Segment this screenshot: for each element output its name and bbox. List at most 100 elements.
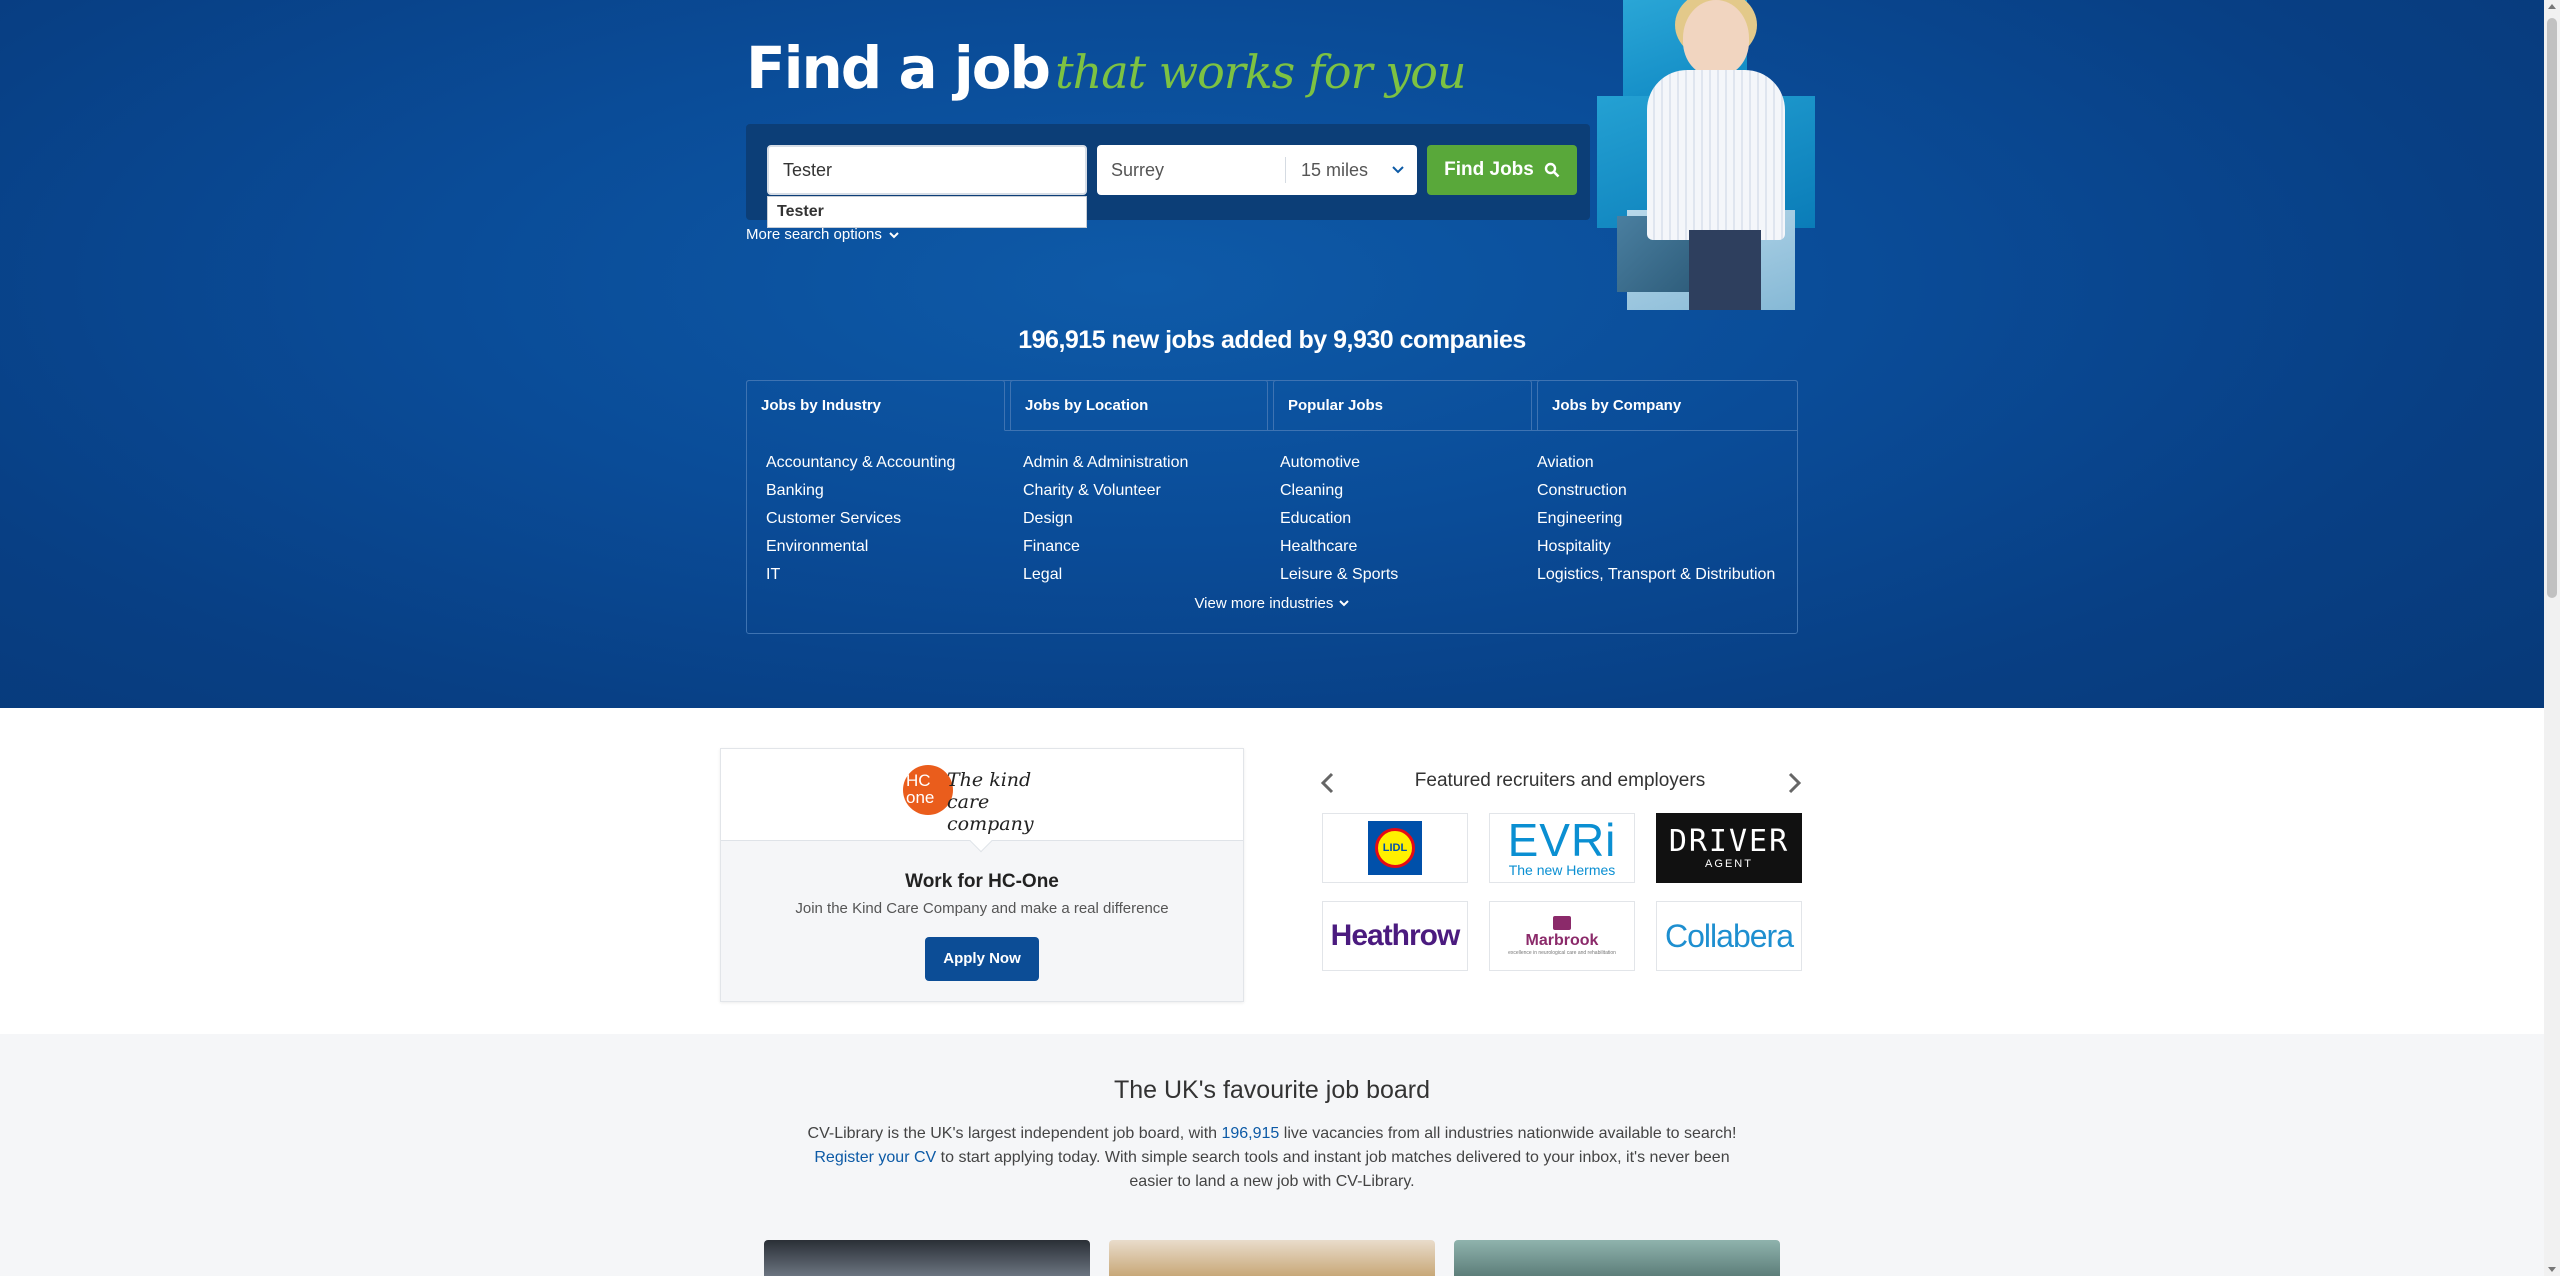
- category-link[interactable]: Finance: [1023, 533, 1188, 561]
- keyword-input[interactable]: [767, 145, 1087, 195]
- about-section: The UK's favourite job board CV-Library …: [0, 1034, 2544, 1276]
- chevron-down-icon: [1338, 600, 1349, 607]
- hc-one-logo-line: The kind: [947, 769, 1032, 791]
- category-link[interactable]: Automotive: [1280, 449, 1398, 477]
- category-link[interactable]: Design: [1023, 505, 1188, 533]
- article-thumbnail[interactable]: [1109, 1240, 1435, 1276]
- promo-logo-area: HC one The kind care company: [721, 749, 1243, 841]
- search-icon: [1544, 162, 1560, 178]
- more-search-options-link[interactable]: More search options: [746, 226, 900, 243]
- hero-title: Find a job that works for you: [746, 34, 1467, 102]
- lidl-logo-tile[interactable]: LIDL: [1322, 813, 1468, 883]
- location-input[interactable]: Surrey: [1111, 145, 1164, 195]
- register-cv-link[interactable]: Register your CV: [814, 1149, 936, 1166]
- tab-underline: [1005, 430, 1798, 431]
- lidl-logo: LIDL: [1368, 821, 1422, 875]
- view-more-industries-link[interactable]: View more industries: [747, 595, 1797, 612]
- category-link[interactable]: Charity & Volunteer: [1023, 477, 1188, 505]
- evri-logo: EVRi: [1507, 814, 1617, 866]
- promo-card: HC one The kind care company Work for HC…: [720, 748, 1244, 1002]
- photo-person-legs: [1689, 230, 1761, 310]
- scroll-down-arrow-icon[interactable]: [2548, 1267, 2556, 1272]
- hc-one-logo[interactable]: HC one The kind care company: [903, 765, 1063, 835]
- keyword-suggestion[interactable]: Tester: [767, 196, 1087, 228]
- about-text-part: CV-Library is the UK's largest independe…: [807, 1125, 1222, 1142]
- article-thumbnail[interactable]: [764, 1240, 1090, 1276]
- photo-person-face: [1683, 0, 1749, 76]
- evri-logo-tile[interactable]: EVRi The new Hermes: [1489, 813, 1635, 883]
- hc-one-logo-text: The kind care company: [947, 769, 1063, 835]
- marbrook-logo: Marbrook: [1525, 932, 1599, 949]
- job-categories-panel: Jobs by Industry Jobs by Location Popula…: [746, 380, 1798, 634]
- collabera-logo: Collabera: [1665, 917, 1794, 954]
- tab-jobs-by-company[interactable]: Jobs by Company: [1537, 380, 1798, 431]
- marbrook-logo-tile[interactable]: Marbrook excellence in neurological care…: [1489, 901, 1635, 971]
- lidl-logo-text: LIDL: [1375, 828, 1415, 868]
- article-thumbnail[interactable]: [1454, 1240, 1780, 1276]
- category-link[interactable]: Aviation: [1537, 449, 1775, 477]
- category-column: Accountancy & Accounting Banking Custome…: [766, 449, 955, 589]
- collabera-logo-tile[interactable]: Collabera: [1656, 901, 1802, 971]
- category-link[interactable]: Legal: [1023, 561, 1188, 589]
- scroll-up-arrow-icon[interactable]: [2548, 4, 2556, 9]
- category-column: Admin & Administration Charity & Volunte…: [1023, 449, 1188, 589]
- hc-one-logo-mark: HC one: [903, 765, 953, 815]
- category-column: Automotive Cleaning Education Healthcare…: [1280, 449, 1398, 589]
- apply-now-button[interactable]: Apply Now: [925, 937, 1039, 981]
- category-link[interactable]: Banking: [766, 477, 955, 505]
- featured-section: HC one The kind care company Work for HC…: [0, 708, 2544, 1034]
- location-field[interactable]: Surrey 15 miles: [1097, 145, 1417, 195]
- chevron-right-icon[interactable]: [1784, 771, 1804, 795]
- promo-title: Work for HC-One: [905, 871, 1059, 892]
- scrollbar-thumb[interactable]: [2547, 18, 2557, 598]
- featured-title: Featured recruiters and employers: [1414, 770, 1706, 791]
- view-more-label: View more industries: [1194, 595, 1334, 612]
- hero-title-script: that works for you: [1055, 45, 1466, 99]
- about-title: The UK's favourite job board: [1113, 1076, 1431, 1104]
- driver-agent-logo-subtitle: AGENT: [1705, 858, 1753, 870]
- hero-image: [1597, 0, 1815, 312]
- category-link[interactable]: Hospitality: [1537, 533, 1775, 561]
- tab-jobs-by-location[interactable]: Jobs by Location: [1010, 380, 1268, 431]
- find-jobs-button[interactable]: Find Jobs: [1427, 145, 1577, 195]
- category-link[interactable]: Cleaning: [1280, 477, 1398, 505]
- category-column: Aviation Construction Engineering Hospit…: [1537, 449, 1775, 589]
- category-link[interactable]: Environmental: [766, 533, 955, 561]
- about-text-part: to start applying today. With simple sea…: [936, 1149, 1730, 1190]
- category-link[interactable]: Admin & Administration: [1023, 449, 1188, 477]
- category-link[interactable]: Leisure & Sports: [1280, 561, 1398, 589]
- chevron-down-icon[interactable]: [1391, 163, 1405, 177]
- heathrow-logo-tile[interactable]: Heathrow: [1322, 901, 1468, 971]
- distance-select[interactable]: 15 miles: [1301, 145, 1368, 195]
- live-vacancies-link[interactable]: 196,915: [1221, 1125, 1279, 1142]
- category-link[interactable]: Healthcare: [1280, 533, 1398, 561]
- driver-agent-logo: DRIVER: [1668, 824, 1790, 859]
- tab-jobs-by-industry[interactable]: Jobs by Industry: [746, 380, 1005, 431]
- jobs-stats: 196,915 new jobs added by 9,930 companie…: [1018, 326, 1526, 354]
- photo-person-body: [1647, 70, 1785, 240]
- evri-logo-subtitle: The new Hermes: [1508, 862, 1616, 878]
- page-scrollbar[interactable]: [2544, 0, 2560, 1276]
- marbrook-logo-mark: [1553, 916, 1571, 930]
- category-link[interactable]: Logistics, Transport & Distribution: [1537, 561, 1775, 589]
- tab-popular-jobs[interactable]: Popular Jobs: [1273, 380, 1532, 431]
- category-link[interactable]: IT: [766, 561, 955, 589]
- hc-one-logo-line: care company: [947, 791, 1034, 835]
- about-text-part: live vacancies from all industries natio…: [1279, 1125, 1737, 1142]
- promo-description: Join the Kind Care Company and make a re…: [795, 900, 1169, 917]
- hero-title-main: Find a job: [746, 34, 1051, 102]
- category-link[interactable]: Accountancy & Accounting: [766, 449, 955, 477]
- category-link[interactable]: Construction: [1537, 477, 1775, 505]
- marbrook-logo-subtitle: excellence in neurological care and reha…: [1508, 950, 1616, 956]
- heathrow-logo: Heathrow: [1330, 919, 1461, 952]
- chevron-down-icon: [889, 231, 899, 238]
- category-link[interactable]: Customer Services: [766, 505, 955, 533]
- driver-agent-logo-tile[interactable]: DRIVER AGENT: [1656, 813, 1802, 883]
- find-jobs-label: Find Jobs: [1444, 159, 1534, 180]
- more-search-options-label: More search options: [746, 226, 882, 243]
- divider: [1285, 157, 1286, 183]
- hero-section: Find a jobthat works for you Tester Surr…: [0, 0, 2544, 708]
- category-link[interactable]: Engineering: [1537, 505, 1775, 533]
- category-link[interactable]: Education: [1280, 505, 1398, 533]
- about-text: CV-Library is the UK's largest independe…: [796, 1122, 1748, 1194]
